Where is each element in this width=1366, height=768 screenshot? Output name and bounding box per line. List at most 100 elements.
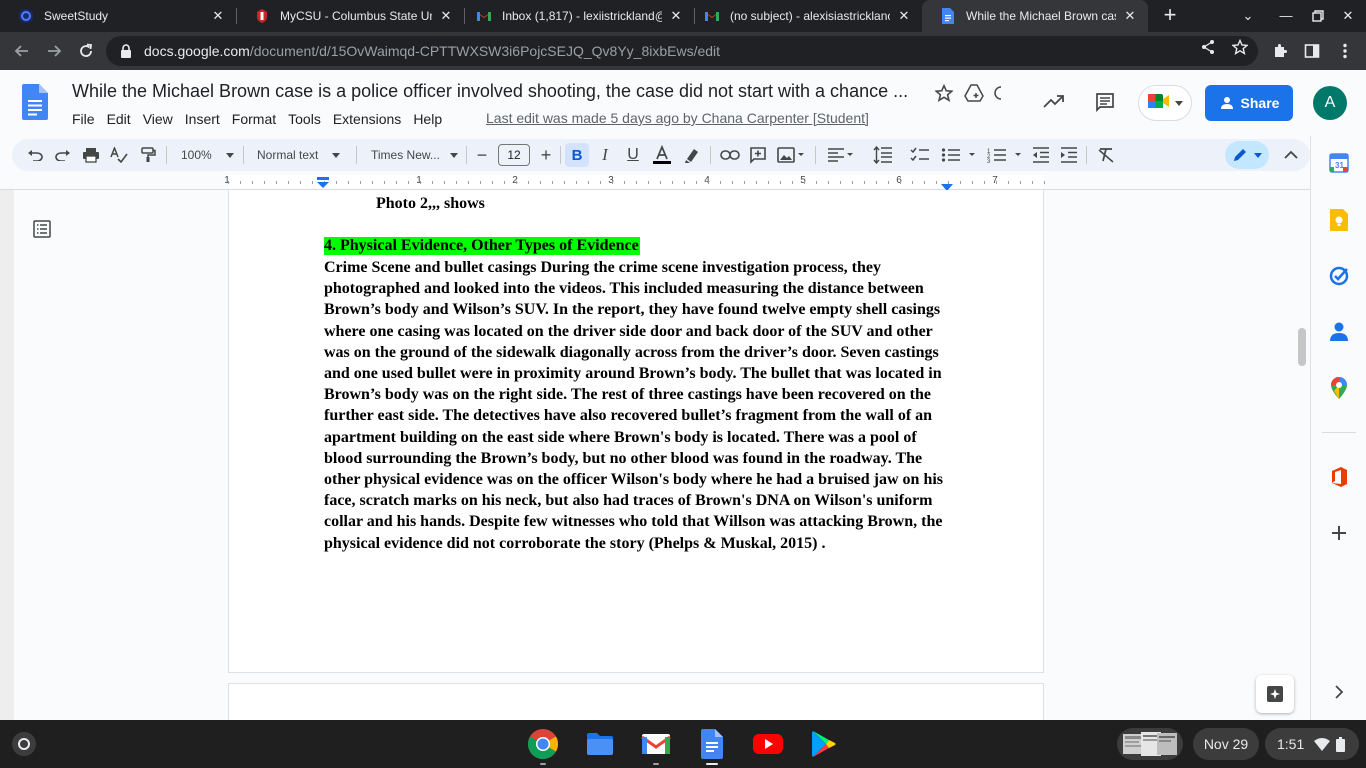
maps-icon[interactable] (1328, 377, 1350, 399)
office-addon-icon[interactable] (1328, 466, 1350, 488)
bold-button[interactable]: B (565, 143, 589, 167)
meet-button[interactable] (1138, 85, 1192, 121)
docs-icon[interactable] (696, 728, 728, 760)
new-tab-button[interactable]: + (1158, 4, 1182, 28)
calendar-icon[interactable]: 31 (1328, 152, 1350, 174)
ruler-tick (912, 181, 913, 184)
numbered-list-icon[interactable]: 123 (985, 144, 1025, 166)
clear-formatting-icon[interactable] (1095, 144, 1117, 166)
text-color-icon[interactable] (650, 144, 674, 166)
youtube-icon[interactable] (752, 728, 784, 760)
chrome-icon[interactable] (527, 728, 559, 760)
print-icon[interactable] (80, 144, 102, 166)
gmail-icon[interactable] (640, 728, 672, 760)
share-button[interactable]: Share (1205, 85, 1293, 121)
tab-inbox[interactable]: Inbox (1,817) - lexiistrickland@ ✕ (458, 0, 694, 32)
tasks-icon[interactable] (1328, 265, 1350, 287)
bookmark-star-icon[interactable] (1232, 39, 1248, 55)
tab-close-icon[interactable]: ✕ (668, 8, 684, 24)
tab-close-icon[interactable]: ✕ (896, 8, 912, 24)
contacts-icon[interactable] (1328, 321, 1350, 343)
insert-link-icon[interactable] (719, 144, 741, 166)
launcher-button[interactable] (12, 732, 36, 756)
side-panel-icon[interactable] (1303, 42, 1321, 60)
decrease-font-size-icon[interactable]: − (472, 144, 492, 166)
minimize-icon[interactable]: — (1276, 6, 1296, 26)
underline-button[interactable]: U (622, 144, 644, 166)
font-family-select[interactable]: Times New... (371, 144, 458, 166)
highlight-color-icon[interactable] (681, 144, 703, 166)
saving-status-icon[interactable] (991, 82, 1003, 104)
last-edit-link[interactable]: Last edit was made 5 days ago by Chana C… (486, 110, 869, 126)
toolbar-divider (466, 146, 467, 164)
hide-menus-chevron-up-icon[interactable] (1280, 144, 1302, 166)
extensions-icon[interactable] (1271, 42, 1289, 60)
document-title[interactable]: While the Michael Brown case is a police… (72, 81, 908, 102)
tab-sweetstudy[interactable]: SweetStudy ✕ (0, 0, 236, 32)
menu-help[interactable]: Help (413, 111, 442, 127)
zoom-select[interactable]: 100% (181, 144, 234, 166)
date-display[interactable]: Nov 29 (1193, 728, 1259, 760)
decrease-indent-icon[interactable] (1030, 144, 1052, 166)
address-bar[interactable]: docs.google.com/document/d/15OvWaimqd-CP… (106, 36, 1258, 66)
paragraph-style-select[interactable]: Normal text (257, 144, 341, 166)
chevron-right-icon[interactable] (1328, 681, 1350, 703)
align-icon[interactable] (825, 144, 857, 166)
bulleted-list-icon[interactable] (939, 144, 979, 166)
play-store-icon[interactable] (808, 728, 840, 760)
insert-image-icon[interactable] (775, 144, 807, 166)
close-window-icon[interactable]: ✕ (1338, 6, 1358, 26)
menu-insert[interactable]: Insert (185, 111, 220, 127)
italic-button[interactable]: I (594, 144, 616, 166)
tab-close-icon[interactable]: ✕ (1122, 8, 1138, 24)
right-margin-marker-icon[interactable] (940, 179, 954, 191)
tab-search-icon[interactable]: ⌄ (1238, 6, 1258, 26)
menu-format[interactable]: Format (232, 111, 276, 127)
tab-document-active[interactable]: While the Michael Brown case ✕ (922, 0, 1148, 32)
account-avatar[interactable]: A (1313, 86, 1347, 120)
spellcheck-icon[interactable] (108, 144, 130, 166)
document-outline-icon[interactable] (32, 219, 52, 239)
line-spacing-icon[interactable] (872, 144, 894, 166)
tab-mycsu[interactable]: MyCSU - Columbus State Univ ✕ (236, 0, 464, 32)
files-icon[interactable] (584, 728, 616, 760)
star-icon[interactable] (933, 82, 955, 104)
reload-icon[interactable] (74, 39, 98, 63)
explore-button[interactable] (1256, 675, 1294, 713)
scrollbar-thumb[interactable] (1298, 328, 1306, 366)
move-to-drive-icon[interactable] (963, 82, 985, 104)
menu-extensions[interactable]: Extensions (333, 111, 401, 127)
share-page-icon[interactable] (1200, 39, 1216, 55)
editing-mode-button[interactable] (1225, 141, 1269, 169)
increase-indent-icon[interactable] (1058, 144, 1080, 166)
status-tray[interactable]: 1:51 (1265, 728, 1359, 760)
undo-icon[interactable] (24, 144, 46, 166)
menu-view[interactable]: View (143, 111, 173, 127)
back-icon[interactable] (10, 39, 34, 63)
font-size-input[interactable]: 12 (498, 144, 530, 166)
tote-thumbnails[interactable] (1117, 728, 1183, 760)
checklist-icon[interactable] (909, 144, 931, 166)
get-add-ons-icon[interactable] (1328, 522, 1350, 544)
ruler-tick (828, 181, 829, 184)
menu-tools[interactable]: Tools (288, 111, 321, 127)
more-menu-icon[interactable] (1336, 42, 1354, 60)
paint-format-icon[interactable] (137, 144, 159, 166)
comments-icon[interactable] (1094, 91, 1116, 113)
indent-marker-icon[interactable] (316, 176, 330, 188)
redo-icon[interactable] (52, 144, 74, 166)
tab-close-icon[interactable]: ✕ (438, 8, 454, 24)
keep-icon[interactable] (1328, 209, 1350, 231)
tab-no-subject[interactable]: (no subject) - alexisiastricklanc ✕ (686, 0, 922, 32)
increase-font-size-icon[interactable]: + (536, 144, 556, 166)
add-comment-icon[interactable] (747, 144, 769, 166)
body-line: physical evidence did not corroborate th… (324, 534, 826, 552)
docs-logo-icon[interactable] (22, 84, 48, 120)
tab-close-icon[interactable]: ✕ (210, 8, 226, 24)
forward-icon[interactable] (42, 39, 66, 63)
restore-icon[interactable] (1308, 6, 1328, 26)
menu-edit[interactable]: Edit (107, 111, 131, 127)
menu-file[interactable]: File (72, 111, 95, 127)
activity-trend-icon[interactable] (1043, 91, 1065, 113)
running-indicator (540, 763, 546, 765)
